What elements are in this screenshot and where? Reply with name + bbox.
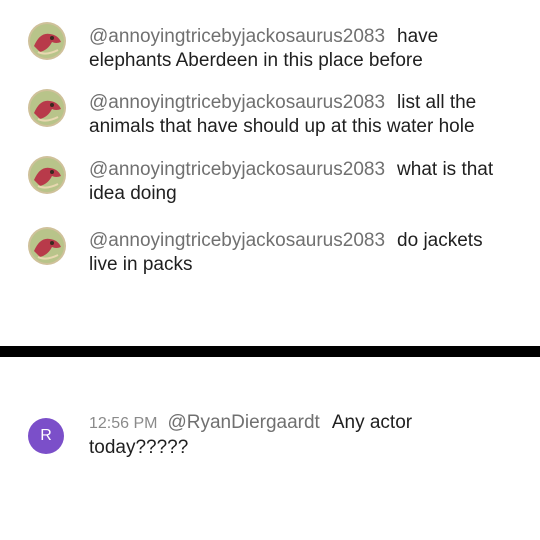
comment-text: 12:56 PM @RyanDiergaardt Any actor today??… [89,411,509,460]
user-avatar[interactable] [28,22,66,60]
user-avatar-letter[interactable]: R [28,418,64,454]
comment-text: @annoyingtricebyjackosaurus2083 what is t… [89,158,509,206]
comment-username[interactable]: @annoyingtricebyjackosaurus2083 [89,26,385,47]
dinosaur-avatar-icon [28,89,66,127]
dinosaur-avatar-icon [28,227,66,265]
dinosaur-avatar-icon [28,22,66,60]
comment-text: @annoyingtricebyjackosaurus2083 list all … [89,91,509,139]
divider-bar [0,346,540,357]
dinosaur-avatar-icon [28,156,66,194]
comment-text: @annoyingtricebyjackosaurus2083 do jacket… [89,229,509,277]
user-avatar[interactable] [28,89,66,127]
comment-username[interactable]: @annoyingtricebyjackosaurus2083 [89,230,385,251]
comment-username[interactable]: @annoyingtricebyjackosaurus2083 [89,159,385,180]
comment-username[interactable]: @annoyingtricebyjackosaurus2083 [89,92,385,113]
comment-text: @annoyingtricebyjackosaurus2083 have elep… [89,25,509,73]
user-avatar[interactable] [28,156,66,194]
user-avatar[interactable] [28,227,66,265]
comment-timestamp: 12:56 PM [89,415,158,432]
comment-username[interactable]: @RyanDiergaardt [167,412,319,433]
